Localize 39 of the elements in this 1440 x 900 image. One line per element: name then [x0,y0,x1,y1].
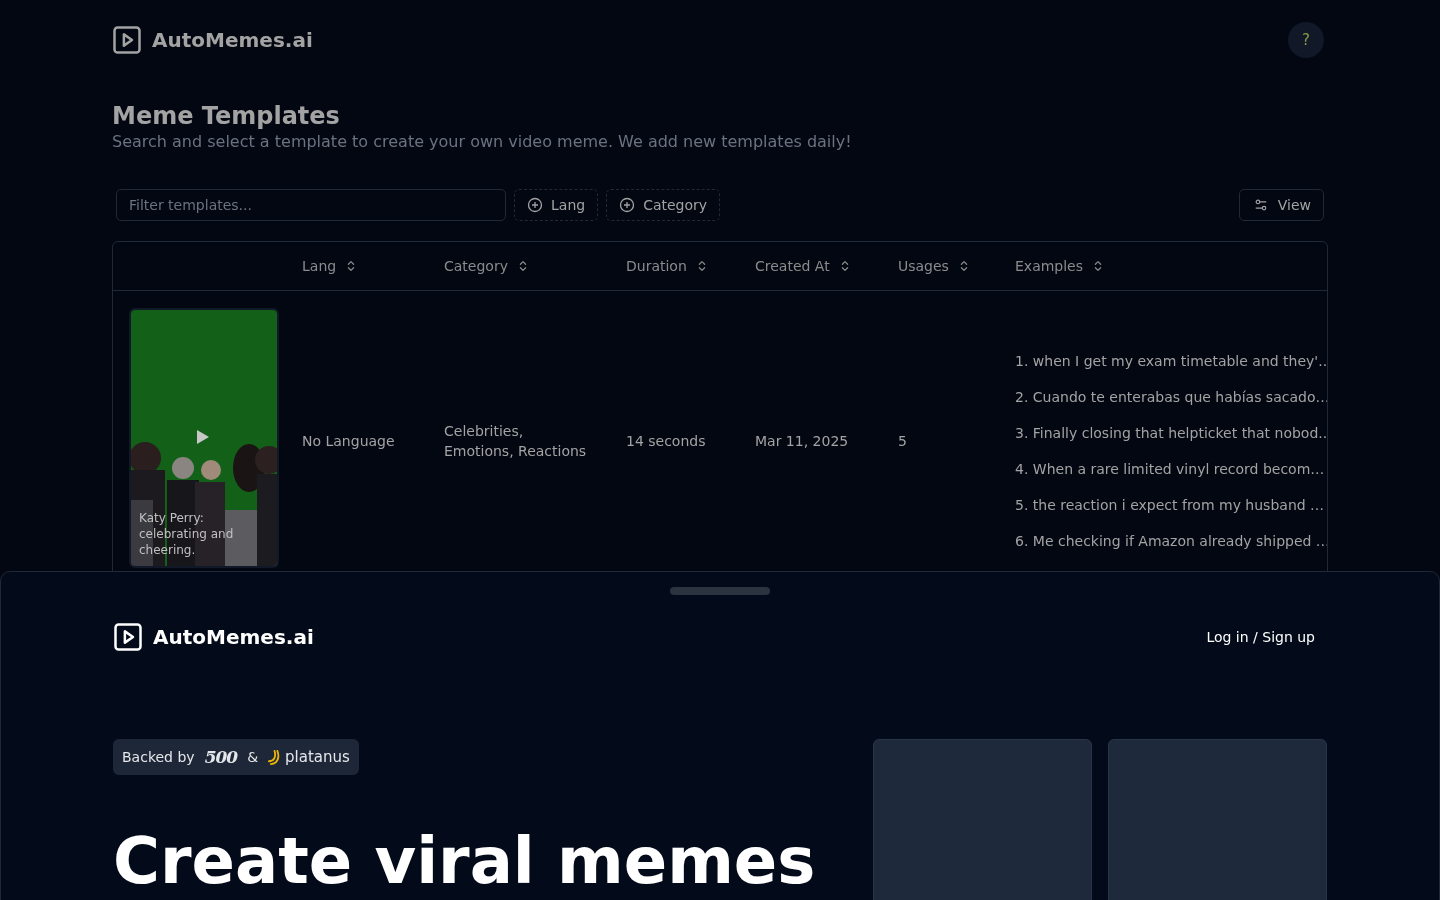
sliders-icon [1253,198,1268,212]
page-title: Meme Templates [112,102,341,130]
investor-logo: 500 [204,747,238,767]
table-cell-text: 14 seconds [626,432,706,451]
logo-icon [113,622,143,652]
table-cell-text: No Language [302,432,395,451]
column-header[interactable]: Category [428,250,530,282]
example-text: 5. the reaction i expect from my husband … [1015,496,1325,515]
column-header[interactable]: Lang [286,250,359,282]
view-button[interactable]: View [1238,189,1324,221]
table-cell-text: Celebrities, Emotions, Reactions [444,422,588,461]
facet-filter-button[interactable]: Category [606,189,721,221]
column-header[interactable]: Usages [882,250,971,282]
example-text: 1. when I get my exam timetable and they'.. [1015,352,1327,371]
page-subtitle: Search and select a template to create your own video meme. We add new templates daily! [112,132,853,151]
play-icon[interactable] [197,430,209,444]
example-text: 2. Cuando te enterabas que habías sacado… [1015,388,1327,407]
plus-circle-icon [527,197,543,213]
example-text: 3. Finally closing that helpticket that nobod.. [1015,424,1327,443]
badge-label: Backed by [122,749,195,765]
investor-logo: platanus [285,748,350,766]
logo-icon [112,25,142,55]
brand-name: AutoMemes.ai [152,28,313,52]
thumbnail-caption: Katy Perry: celebrating and cheering. [139,510,235,558]
plus-circle-icon [619,197,636,213]
example-text: 4. When a rare limited vinyl record becom… [1015,460,1325,479]
brand-name: AutoMemes.ai [153,625,314,649]
facet-filter-button[interactable]: Lang [514,189,599,221]
column-header[interactable]: Duration [610,250,709,282]
ampersand: & [247,749,259,765]
table-cell-text: Mar 11, 2025 [755,432,849,451]
drag-handle[interactable] [670,587,770,595]
hero-title: Create viral memes [113,825,816,897]
table-cell-text: 5 [898,432,907,451]
filter-field[interactable]: Filter templates... [116,189,506,221]
login-link[interactable]: Log in / Sign up [1198,621,1323,653]
column-header[interactable]: Examples [999,250,1106,282]
help-button[interactable]: ? [1288,22,1324,58]
column-header[interactable]: Created At [739,250,852,282]
